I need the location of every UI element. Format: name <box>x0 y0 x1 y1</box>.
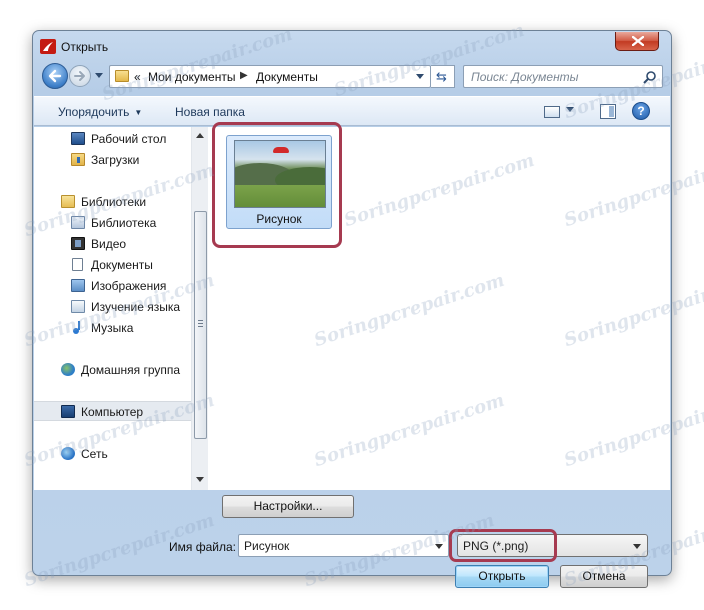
help-icon[interactable]: ? <box>632 102 650 120</box>
desktop-icon <box>71 132 85 145</box>
sidebar-item-label: Музыка <box>91 321 134 335</box>
sidebar-item-computer[interactable]: Компьютер <box>34 401 191 421</box>
command-bar: Упорядочить ▼ Новая папка ? <box>34 96 670 126</box>
filename-label: Имя файла: <box>169 540 236 554</box>
acrobat-app-icon <box>40 39 56 54</box>
new-folder-button[interactable]: Новая папка <box>175 105 245 119</box>
scroll-up-icon[interactable] <box>196 133 204 138</box>
main-content: Рабочий стол Загрузки Библиотеки Библиот… <box>34 127 670 490</box>
homegroup-icon <box>61 363 75 376</box>
window-title: Открыть <box>61 40 109 54</box>
network-icon <box>61 447 75 460</box>
sidebar-item-music[interactable]: Музыка <box>34 318 191 338</box>
library-icon <box>71 216 85 229</box>
sidebar-item-label: Загрузки <box>91 153 140 167</box>
settings-button[interactable]: Настройки... <box>222 495 354 518</box>
images-library-icon <box>71 279 85 292</box>
sidebar-item-video[interactable]: Видео <box>34 234 191 254</box>
sidebar-scrollbar[interactable] <box>191 127 208 490</box>
image-thumbnail <box>234 140 326 208</box>
sidebar-item-downloads[interactable]: Загрузки <box>34 150 191 170</box>
preview-pane-icon[interactable] <box>600 104 616 119</box>
sidebar-item-homegroup[interactable]: Домашняя группа <box>34 360 191 380</box>
refresh-icon: ⇆ <box>436 69 447 84</box>
sidebar-item-label: Изучение языка <box>91 300 181 314</box>
grip-icon <box>198 320 203 327</box>
search-placeholder: Поиск: Документы <box>471 70 579 84</box>
breadcrumb-separator-icon[interactable]: ▶ <box>240 70 248 81</box>
sidebar-item-label: Рабочий стол <box>91 132 167 146</box>
chevron-down-icon[interactable] <box>416 74 424 79</box>
organize-menu[interactable]: Упорядочить ▼ <box>58 105 142 119</box>
breadcrumb-overflow[interactable]: « <box>134 70 141 84</box>
close-icon <box>632 36 644 46</box>
computer-icon <box>61 405 75 418</box>
sidebar-item-desktop[interactable]: Рабочий стол <box>34 129 191 149</box>
breadcrumb-my-documents[interactable]: Мои документы <box>148 70 235 84</box>
sidebar-item-label: Видео <box>91 237 127 251</box>
file-list: Рисунок <box>209 127 670 490</box>
sidebar-item-network[interactable]: Сеть <box>34 444 191 464</box>
sidebar-item-label: Домашняя группа <box>81 363 181 377</box>
file-type-value: PNG (*.png) <box>463 539 529 553</box>
documents-library-icon <box>72 258 83 271</box>
file-type-select[interactable]: PNG (*.png) <box>457 534 648 557</box>
paraglider-icon <box>273 147 289 153</box>
sidebar-item-libraries[interactable]: Библиотеки <box>34 192 191 212</box>
folder-icon <box>115 70 129 82</box>
search-icon[interactable] <box>643 70 657 84</box>
open-file-dialog: Открыть « Мои документы ▶ Документы ⇆ По… <box>32 30 672 588</box>
recent-locations-dropdown-icon[interactable] <box>95 73 103 78</box>
back-button[interactable] <box>42 63 68 89</box>
sidebar-item-label: Библиотеки <box>81 195 147 209</box>
filename-field[interactable]: Рисунок <box>238 534 449 557</box>
libraries-icon <box>61 195 75 208</box>
sidebar-item-label: Документы <box>91 258 153 272</box>
chevron-down-icon[interactable] <box>435 544 443 549</box>
title-bar: Открыть <box>33 31 671 61</box>
sidebar-item-label: Компьютер <box>81 405 144 419</box>
chevron-down-icon: ▼ <box>134 108 143 117</box>
breadcrumb-documents[interactable]: Документы <box>256 70 318 84</box>
close-window-button[interactable] <box>615 32 659 51</box>
cancel-button[interactable]: Отмена <box>560 565 648 588</box>
file-item[interactable]: Рисунок <box>226 135 332 229</box>
open-button[interactable]: Открыть <box>455 565 549 588</box>
search-box[interactable]: Поиск: Документы <box>463 65 663 88</box>
navigation-bar: « Мои документы ▶ Документы ⇆ Поиск: Док… <box>33 61 671 94</box>
file-name: Рисунок <box>256 212 302 226</box>
sidebar-item-images[interactable]: Изображения <box>34 276 191 296</box>
scrollbar-thumb[interactable] <box>194 211 207 439</box>
music-library-icon <box>71 321 85 334</box>
view-options-dropdown-icon[interactable] <box>566 107 574 112</box>
navigation-pane: Рабочий стол Загрузки Библиотеки Библиот… <box>34 127 192 490</box>
sidebar-item-language-study[interactable]: Изучение языка <box>34 297 191 317</box>
sidebar-item-documents[interactable]: Документы <box>34 255 191 275</box>
dialog-footer: Настройки... Имя файла: Рисунок PNG (*.p… <box>33 490 671 588</box>
downloads-folder-icon <box>71 153 85 166</box>
change-view-icon[interactable] <box>544 106 560 118</box>
library-icon <box>71 300 85 313</box>
forward-button[interactable] <box>69 65 91 87</box>
sidebar-item-label: Изображения <box>91 279 167 293</box>
sidebar-item-label: Сеть <box>81 447 108 461</box>
sidebar-item-library[interactable]: Библиотека <box>34 213 191 233</box>
chevron-down-icon <box>633 544 641 549</box>
address-bar[interactable]: « Мои документы ▶ Документы <box>109 65 431 88</box>
arrow-left-icon <box>48 69 62 83</box>
arrow-right-icon <box>74 71 85 81</box>
refresh-button[interactable]: ⇆ <box>431 65 455 88</box>
video-library-icon <box>71 237 85 250</box>
scroll-down-icon[interactable] <box>196 477 204 482</box>
filename-value: Рисунок <box>244 539 290 553</box>
sidebar-item-label: Библиотека <box>91 216 157 230</box>
